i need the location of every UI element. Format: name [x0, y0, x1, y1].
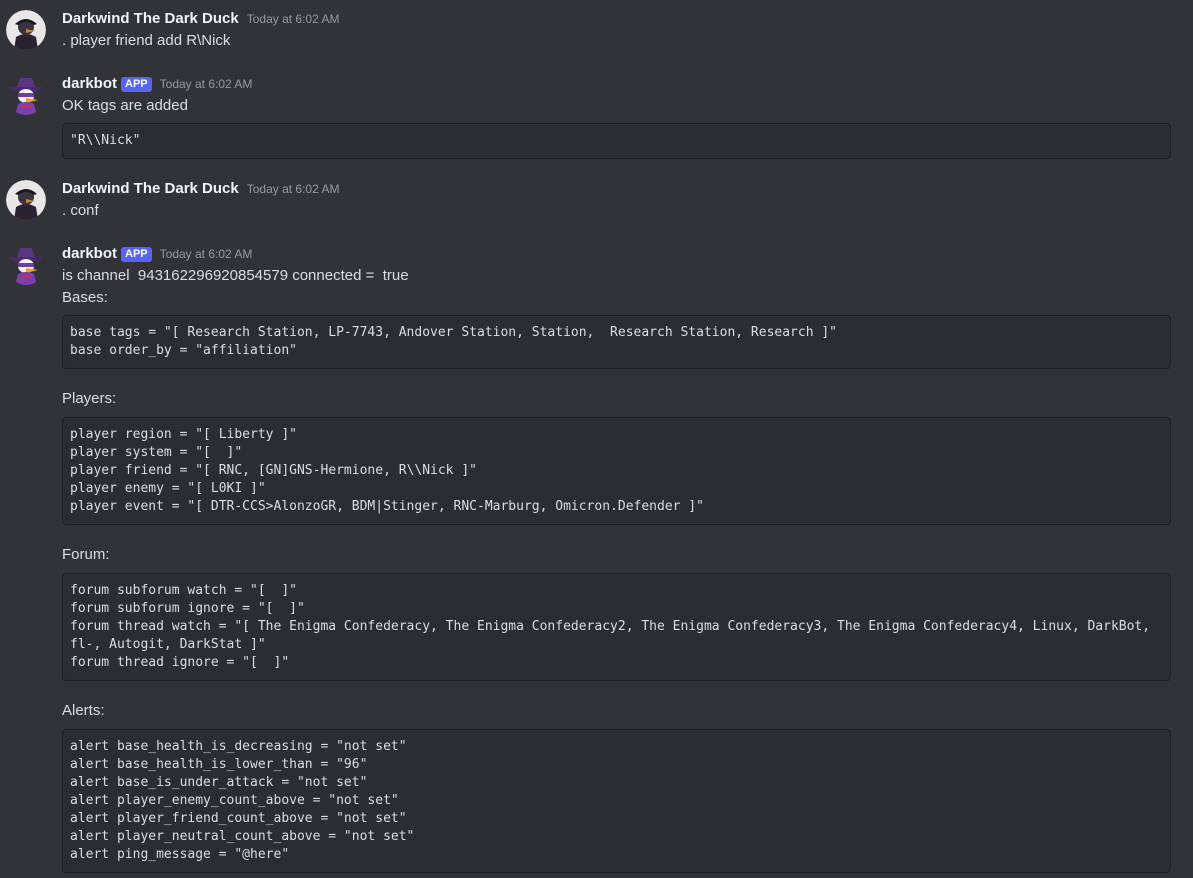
- app-badge: APP: [121, 247, 152, 262]
- chat-messages: Darkwind The Dark Duck Today at 6:02 AM …: [0, 0, 1193, 878]
- code-block: "R\\Nick": [62, 123, 1171, 159]
- bot-avatar[interactable]: [6, 245, 46, 285]
- section-label-forum: Forum:: [62, 546, 110, 563]
- code-block-bases: base tags = "[ Research Station, LP-7743…: [62, 315, 1171, 369]
- code-line: player system = "[ ]": [70, 445, 243, 460]
- message-text: . conf: [62, 202, 99, 219]
- code-line: forum subforum ignore = "[ ]": [70, 601, 305, 616]
- code-line: alert ping_message = "@here": [70, 847, 290, 862]
- message-text: . player friend add R\Nick: [62, 32, 231, 49]
- duck-avatar-icon: [6, 180, 46, 220]
- code-line: alert player_friend_count_above = "not s…: [70, 811, 407, 826]
- section-label-players: Players:: [62, 390, 117, 407]
- duck-avatar-icon: [6, 10, 46, 50]
- code-line: forum thread ignore = "[ ]": [70, 655, 290, 670]
- code-line: base order_by = "affiliation": [70, 343, 297, 358]
- message-text: OK tags are added: [62, 97, 188, 114]
- message-timestamp[interactable]: Today at 6:02 AM: [247, 182, 340, 196]
- code-line: alert base_health_is_decreasing = "not s…: [70, 739, 407, 754]
- code-line: alert player_neutral_count_above = "not …: [70, 829, 415, 844]
- message-bot-1: darkbot APP Today at 6:02 AM OK tags are…: [0, 75, 1193, 160]
- message-header: Darkwind The Dark Duck Today at 6:02 AM: [62, 180, 339, 200]
- user-avatar[interactable]: [6, 180, 46, 220]
- author-name[interactable]: Darkwind The Dark Duck: [62, 10, 239, 27]
- author-name[interactable]: Darkwind The Dark Duck: [62, 180, 239, 197]
- code-line: forum thread watch = "[ The Enigma Confe…: [70, 619, 1158, 652]
- code-line: alert base_health_is_lower_than = "96": [70, 757, 368, 772]
- section-label-alerts: Alerts:: [62, 702, 105, 719]
- code-block-forum: forum subforum watch = "[ ]" forum subfo…: [62, 573, 1171, 681]
- app-badge: APP: [121, 77, 152, 92]
- message-timestamp[interactable]: Today at 6:02 AM: [247, 12, 340, 26]
- darkwing-duck-avatar-icon: [6, 75, 46, 115]
- message-header: darkbot APP Today at 6:02 AM: [62, 245, 252, 265]
- code-line: base tags = "[ Research Station, LP-7743…: [70, 325, 838, 340]
- code-line: player enemy = "[ L0KI ]": [70, 481, 266, 496]
- message-user-1: Darkwind The Dark Duck Today at 6:02 AM …: [0, 10, 1193, 55]
- section-label-bases: Bases:: [62, 289, 108, 306]
- user-avatar[interactable]: [6, 10, 46, 50]
- code-block-alerts: alert base_health_is_decreasing = "not s…: [62, 729, 1171, 873]
- code-line: forum subforum watch = "[ ]": [70, 583, 297, 598]
- message-header: darkbot APP Today at 6:02 AM: [62, 75, 252, 95]
- bot-avatar[interactable]: [6, 75, 46, 115]
- author-name[interactable]: darkbot: [62, 245, 117, 262]
- message-bot-2: darkbot APP Today at 6:02 AM is channel …: [0, 245, 1193, 875]
- message-timestamp[interactable]: Today at 6:02 AM: [160, 77, 253, 91]
- code-line: player friend = "[ RNC, [GN]GNS-Hermione…: [70, 463, 477, 478]
- code-line: player event = "[ DTR-CCS>AlonzoGR, BDM|…: [70, 499, 704, 514]
- code-line: "R\\Nick": [70, 133, 141, 148]
- message-user-2: Darkwind The Dark Duck Today at 6:02 AM …: [0, 180, 1193, 225]
- code-block-players: player region = "[ Liberty ]" player sys…: [62, 417, 1171, 525]
- message-header: Darkwind The Dark Duck Today at 6:02 AM: [62, 10, 339, 30]
- code-line: alert base_is_under_attack = "not set": [70, 775, 368, 790]
- code-line: alert player_enemy_count_above = "not se…: [70, 793, 399, 808]
- message-text: is channel 943162296920854579 connected …: [62, 267, 409, 284]
- darkwing-duck-avatar-icon: [6, 245, 46, 285]
- message-timestamp[interactable]: Today at 6:02 AM: [160, 247, 253, 261]
- code-line: player region = "[ Liberty ]": [70, 427, 297, 442]
- author-name[interactable]: darkbot: [62, 75, 117, 92]
